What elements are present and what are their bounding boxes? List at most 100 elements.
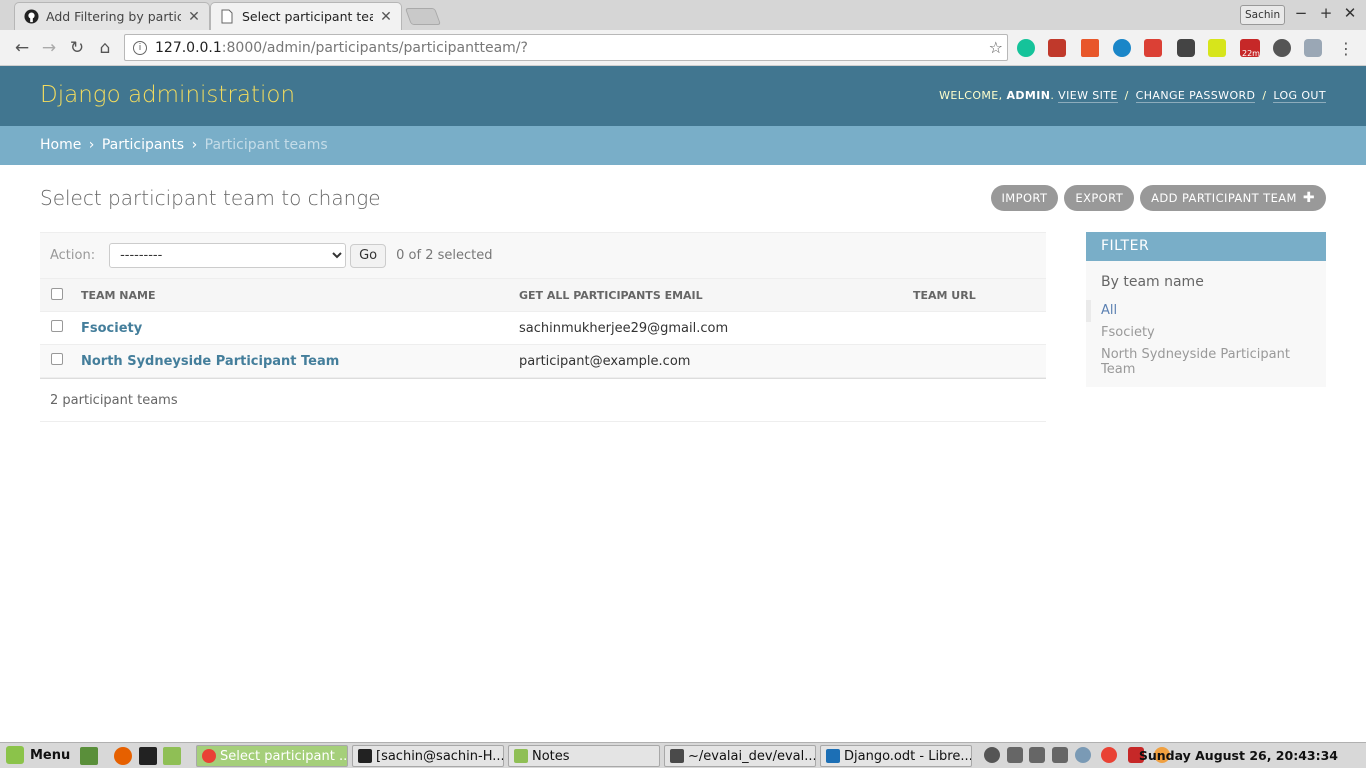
team-url-cell bbox=[908, 311, 1046, 345]
row-checkbox-cell bbox=[40, 311, 76, 345]
row-checkbox-cell bbox=[40, 344, 76, 378]
system-clock: Sunday August 26, 20:43:34 bbox=[1138, 748, 1338, 763]
add-button-label: Add participant team bbox=[1151, 191, 1297, 205]
chrome-tray-icon[interactable] bbox=[1101, 747, 1117, 763]
filter-option-fsociety[interactable]: Fsociety bbox=[1086, 322, 1326, 344]
taskbar-window-terminal[interactable]: [sachin@sachin-H... bbox=[352, 745, 504, 767]
window-label: Django.odt - Libre... bbox=[844, 748, 972, 764]
extension-badge: 22m bbox=[1242, 49, 1260, 58]
wifi-icon[interactable] bbox=[1007, 747, 1023, 763]
window-close-icon[interactable]: ✕ bbox=[1340, 4, 1360, 22]
browser-tab-strip: Add Filtering by particip ✕ Select parti… bbox=[0, 0, 1366, 30]
row-checkbox[interactable] bbox=[51, 353, 63, 365]
volume-icon[interactable] bbox=[1029, 747, 1045, 763]
column-header-team-name[interactable]: Team name bbox=[76, 278, 514, 312]
firefox-icon[interactable] bbox=[114, 747, 132, 765]
libreoffice-writer-icon bbox=[826, 749, 840, 763]
back-icon[interactable]: ← bbox=[10, 36, 34, 60]
browser-toolbar: ← → ↻ ⌂ i 127.0.0.1:8000/admin/participa… bbox=[0, 30, 1366, 66]
start-menu-button[interactable]: Menu bbox=[6, 746, 70, 764]
tab-label: Add Filtering by particip bbox=[46, 9, 181, 24]
site-brand[interactable]: Django administration bbox=[40, 82, 295, 108]
page-title: Select participant team to change bbox=[40, 186, 381, 210]
team-name-cell: Fsociety bbox=[76, 311, 514, 345]
breadcrumb-participants[interactable]: Participants bbox=[102, 137, 184, 153]
new-tab-button[interactable] bbox=[404, 8, 442, 25]
show-desktop-icon[interactable] bbox=[80, 747, 98, 765]
info-icon[interactable]: i bbox=[133, 40, 147, 55]
add-participant-team-button[interactable]: Add participant team ✚ bbox=[1140, 185, 1326, 211]
minimize-icon[interactable]: − bbox=[1291, 4, 1311, 22]
taskbar-window-libreoffice[interactable]: Django.odt - Libre... bbox=[820, 745, 972, 767]
battery-icon[interactable] bbox=[1052, 747, 1068, 763]
breadcrumb-separator: › bbox=[88, 137, 95, 153]
breadcrumb-home[interactable]: Home bbox=[40, 137, 81, 153]
taskbar-window-chrome[interactable]: Select participant ... bbox=[196, 745, 348, 767]
maximize-icon[interactable]: + bbox=[1316, 4, 1336, 22]
team-url-cell bbox=[908, 344, 1046, 378]
user-tools: Welcome, admin. View site / Change passw… bbox=[939, 89, 1326, 103]
taskbar-window-sublime[interactable]: ~/evalai_dev/eval... bbox=[664, 745, 816, 767]
go-button[interactable]: Go bbox=[350, 243, 387, 268]
separator: / bbox=[1124, 89, 1129, 102]
shield-icon[interactable] bbox=[1304, 39, 1322, 57]
filter-title: Filter bbox=[1086, 232, 1326, 261]
browser-tab-github[interactable]: Add Filtering by particip ✕ bbox=[14, 2, 210, 30]
column-header-team-url[interactable]: Team URL bbox=[908, 278, 1046, 312]
reload-icon[interactable]: ↻ bbox=[65, 36, 89, 60]
filter-option-north-sydneyside[interactable]: North Sydneyside Participant Team bbox=[1086, 344, 1326, 377]
chrome-icon bbox=[202, 749, 216, 763]
action-select[interactable]: --------- bbox=[109, 243, 347, 268]
forward-icon[interactable]: → bbox=[37, 36, 61, 60]
files-icon[interactable] bbox=[163, 747, 181, 765]
view-site-link[interactable]: View site bbox=[1058, 89, 1118, 103]
import-button[interactable]: Import bbox=[990, 185, 1059, 211]
todoist-icon[interactable] bbox=[1144, 39, 1162, 57]
separator: / bbox=[1262, 89, 1267, 102]
table-header-row: Team name Get all participants email Tea… bbox=[40, 278, 1046, 312]
select-all-checkbox[interactable] bbox=[51, 287, 63, 300]
profile-button[interactable]: Sachin bbox=[1240, 5, 1286, 25]
url-path: :8000/admin/participants/participantteam… bbox=[221, 39, 528, 56]
taskbar-window-notes[interactable]: Notes bbox=[508, 745, 660, 767]
bookmark-extension-icon[interactable] bbox=[1048, 39, 1066, 57]
settings-gear-icon[interactable] bbox=[1075, 747, 1091, 763]
actions-bar: Action: --------- Go 0 of 2 selected bbox=[40, 232, 1046, 278]
log-out-link[interactable]: Log out bbox=[1273, 89, 1326, 103]
column-header-email[interactable]: Get all participants email bbox=[514, 278, 908, 312]
grammarly-icon[interactable] bbox=[1017, 39, 1035, 57]
filter-options: All Fsociety North Sydneyside Participan… bbox=[1086, 300, 1326, 377]
change-password-link[interactable]: Change password bbox=[1135, 89, 1256, 103]
welcome-text: Welcome, bbox=[939, 89, 1003, 102]
browser-tab-admin[interactable]: Select participant team t ✕ bbox=[210, 2, 402, 30]
evernote-icon[interactable] bbox=[1273, 39, 1291, 57]
plus-icon: ✚ bbox=[1302, 190, 1315, 206]
forward-extension-icon[interactable] bbox=[1081, 39, 1099, 57]
home-icon[interactable]: ⌂ bbox=[93, 36, 117, 60]
tab-label: Select participant team t bbox=[242, 9, 373, 24]
action-label: Action: bbox=[50, 248, 96, 263]
close-icon[interactable]: ✕ bbox=[379, 9, 393, 25]
extension-n-icon[interactable] bbox=[1208, 39, 1226, 57]
team-link[interactable]: Fsociety bbox=[81, 321, 142, 336]
results-table: Team name Get all participants email Tea… bbox=[40, 278, 1046, 378]
pocket-icon[interactable] bbox=[1177, 39, 1195, 57]
selection-counter: 0 of 2 selected bbox=[396, 248, 493, 263]
filter-subtitle: By team name bbox=[1101, 274, 1204, 290]
clock-extension-icon[interactable] bbox=[1113, 39, 1131, 57]
table-row: North Sydneyside Participant Team partic… bbox=[40, 344, 1046, 378]
changelist: Action: --------- Go 0 of 2 selected Tea… bbox=[40, 232, 1046, 422]
team-link[interactable]: North Sydneyside Participant Team bbox=[81, 354, 339, 369]
filter-option-all[interactable]: All bbox=[1086, 300, 1326, 322]
export-button[interactable]: Export bbox=[1064, 185, 1135, 211]
user-icon[interactable] bbox=[984, 747, 1000, 763]
mint-logo-icon bbox=[6, 746, 24, 764]
terminal-icon[interactable] bbox=[139, 747, 157, 765]
address-bar[interactable]: i 127.0.0.1:8000/admin/participants/part… bbox=[124, 34, 1008, 61]
breadcrumb-separator: › bbox=[191, 137, 198, 153]
close-icon[interactable]: ✕ bbox=[187, 9, 201, 25]
calendar-extension-icon[interactable]: 22m bbox=[1240, 39, 1260, 58]
bookmark-star-icon[interactable]: ☆ bbox=[989, 38, 1003, 57]
menu-kebab-icon[interactable]: ⋮ bbox=[1334, 36, 1358, 60]
row-checkbox[interactable] bbox=[51, 320, 63, 332]
